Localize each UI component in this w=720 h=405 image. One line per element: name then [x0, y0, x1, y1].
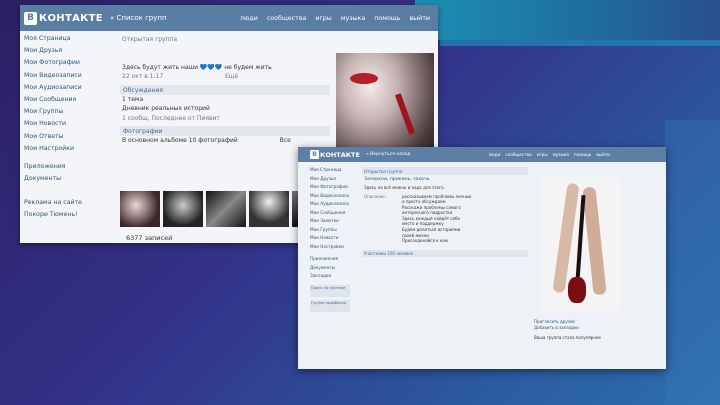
sidebar-box-group[interactable]: Группа подобрана: [310, 299, 350, 312]
vk-logo[interactable]: B КОНТАКТЕ: [310, 150, 366, 159]
sidebar-item-photos[interactable]: Мои Фотографии: [310, 184, 350, 193]
photos-all-link[interactable]: Все: [280, 137, 291, 144]
topics-count: 1 тема: [122, 95, 144, 103]
nav-help[interactable]: помощь: [374, 15, 400, 22]
group-status: Здесь на всё можно и надо для этого.: [364, 185, 445, 190]
back-link[interactable]: « Вернуться назад: [366, 152, 410, 157]
group-info: Описание: рассказываем проблемы личные и…: [362, 194, 528, 244]
group-main: Открытая группа Здесь будут жить наши 💙💙…: [120, 35, 330, 146]
nav-games[interactable]: игры: [537, 152, 548, 157]
nav-games[interactable]: игры: [315, 15, 331, 22]
sidebar-item-bookmarks[interactable]: Закладки: [310, 273, 350, 282]
nav-people[interactable]: люди: [489, 152, 501, 157]
discussions-header[interactable]: Обсуждения: [120, 84, 330, 95]
nav-logout[interactable]: выйти: [409, 15, 430, 22]
background-banner: [415, 0, 720, 40]
sidebar-item-promo[interactable]: Покори Тюмень!: [24, 211, 94, 223]
topic-meta: 1 сообщ. Последнее от Пиявит: [122, 114, 220, 122]
sidebar-item-settings[interactable]: Мои Настройки: [24, 145, 94, 157]
sidebar-item-answers[interactable]: Мои Ответы: [24, 133, 94, 145]
sidebar-item-documents[interactable]: Документы: [310, 265, 350, 274]
sidebar-item-apps[interactable]: Приложения: [24, 163, 94, 175]
group-status: Здесь будут жить наши 💙💙💙 не будем жить: [122, 63, 272, 71]
photo-thumb[interactable]: [163, 191, 203, 227]
info-label: Описание:: [364, 193, 387, 199]
members-header[interactable]: Участники 100 человек: [362, 249, 528, 257]
vk-group-screenshot-2: B КОНТАКТЕ « Вернуться назад люди сообще…: [298, 147, 666, 369]
sidebar-item-videos[interactable]: Мои Видеозаписи: [310, 193, 350, 202]
sidebar: Моя Страница Мои Друзья Мои Фотографии М…: [24, 35, 94, 224]
photos-count: В основном альбоме 10 фотографий: [122, 137, 238, 144]
header-bar: B КОНТАКТЕ « Вернуться назад люди сообще…: [298, 147, 666, 162]
nav-help[interactable]: помощь: [574, 152, 591, 157]
back-to-groups-link[interactable]: « Список групп: [110, 14, 167, 22]
group-type: Открытая группа: [122, 36, 178, 43]
top-nav: люди сообщества игры музыка помощь выйти: [240, 15, 430, 22]
sidebar-item-audio[interactable]: Мои Аудиозаписи: [24, 84, 94, 96]
nav-people[interactable]: люди: [240, 15, 258, 22]
group-title: Зачеркни, прикинь, захочь.: [364, 177, 431, 182]
nav-music[interactable]: музыка: [341, 15, 365, 22]
topic-title[interactable]: Дневник реальных историй: [120, 104, 330, 114]
header-bar: B КОНТАКТЕ « Список групп люди сообществ…: [20, 5, 438, 31]
sidebar-item-audio[interactable]: Мои Аудиозаписи: [310, 201, 350, 210]
sidebar-item-my-page[interactable]: Моя Страница: [310, 167, 350, 176]
group-type: Открытая группа: [362, 167, 528, 175]
group-actions: Пригласить друзей Добавить в закладки Ва…: [534, 319, 644, 341]
group-main: Открытая группа Зачеркни, прикинь, захоч…: [362, 167, 528, 257]
sidebar-item-news[interactable]: Мои Новости: [24, 120, 94, 132]
sidebar-item-videos[interactable]: Мои Видеозаписи: [24, 72, 94, 84]
vk-logo[interactable]: B КОНТАКТЕ: [24, 11, 110, 25]
vk-logo-icon: B: [310, 150, 319, 159]
background-panel: [665, 120, 720, 405]
photo-thumb[interactable]: [206, 191, 246, 227]
more-link[interactable]: Ещё: [225, 73, 238, 80]
sidebar-item-messages[interactable]: Мои Сообщения: [24, 96, 94, 108]
group-avatar-photo[interactable]: [542, 177, 622, 311]
sidebar-item-friends[interactable]: Мои Друзья: [24, 47, 94, 59]
add-bookmark-link[interactable]: Добавить в закладки: [534, 325, 644, 331]
nav-music[interactable]: музыка: [553, 152, 569, 157]
nav-communities[interactable]: сообщества: [505, 152, 531, 157]
sidebar-item-documents[interactable]: Документы: [24, 175, 94, 187]
background-stripe: [440, 40, 720, 46]
sidebar-item-ads[interactable]: Реклама на сайте: [24, 199, 94, 211]
popularity-note: Ваша группа стала популярнее: [534, 335, 601, 340]
sidebar-item-notes[interactable]: Мои Заметки: [310, 218, 350, 227]
vk-logo-icon: B: [24, 11, 37, 25]
sidebar-item-messages[interactable]: Мои Сообщения: [310, 210, 350, 219]
photos-header[interactable]: Фотографии: [120, 126, 330, 136]
sidebar-item-groups[interactable]: Мои Группы: [310, 227, 350, 236]
nav-communities[interactable]: сообщества: [267, 15, 307, 22]
photo-thumb[interactable]: [249, 191, 289, 227]
top-nav: люди сообщества игры музыка помощь выйти: [489, 152, 610, 157]
sidebar-item-settings[interactable]: Мои Настройки: [310, 244, 350, 253]
sidebar-item-my-page[interactable]: Моя Страница: [24, 35, 94, 47]
sidebar-item-apps[interactable]: Приложения: [310, 256, 350, 265]
sidebar-item-photos[interactable]: Мои Фотографии: [24, 59, 94, 71]
sidebar-item-friends[interactable]: Мои Друзья: [310, 176, 350, 185]
sidebar: Моя Страница Мои Друзья Мои Фотографии М…: [310, 167, 350, 312]
entries-count: 6377 записей: [126, 234, 173, 242]
sidebar-item-groups[interactable]: Мои Группы: [24, 108, 94, 120]
photo-thumb[interactable]: [120, 191, 160, 227]
info-value: рассказываем проблемы личные и просто об…: [402, 193, 472, 244]
post-date: 22 окт в 1:17: [122, 73, 164, 80]
sidebar-box-search[interactable]: Поиск по группам: [310, 284, 350, 297]
sidebar-item-news[interactable]: Мои Новости: [310, 235, 350, 244]
nav-logout[interactable]: выйти: [596, 152, 610, 157]
